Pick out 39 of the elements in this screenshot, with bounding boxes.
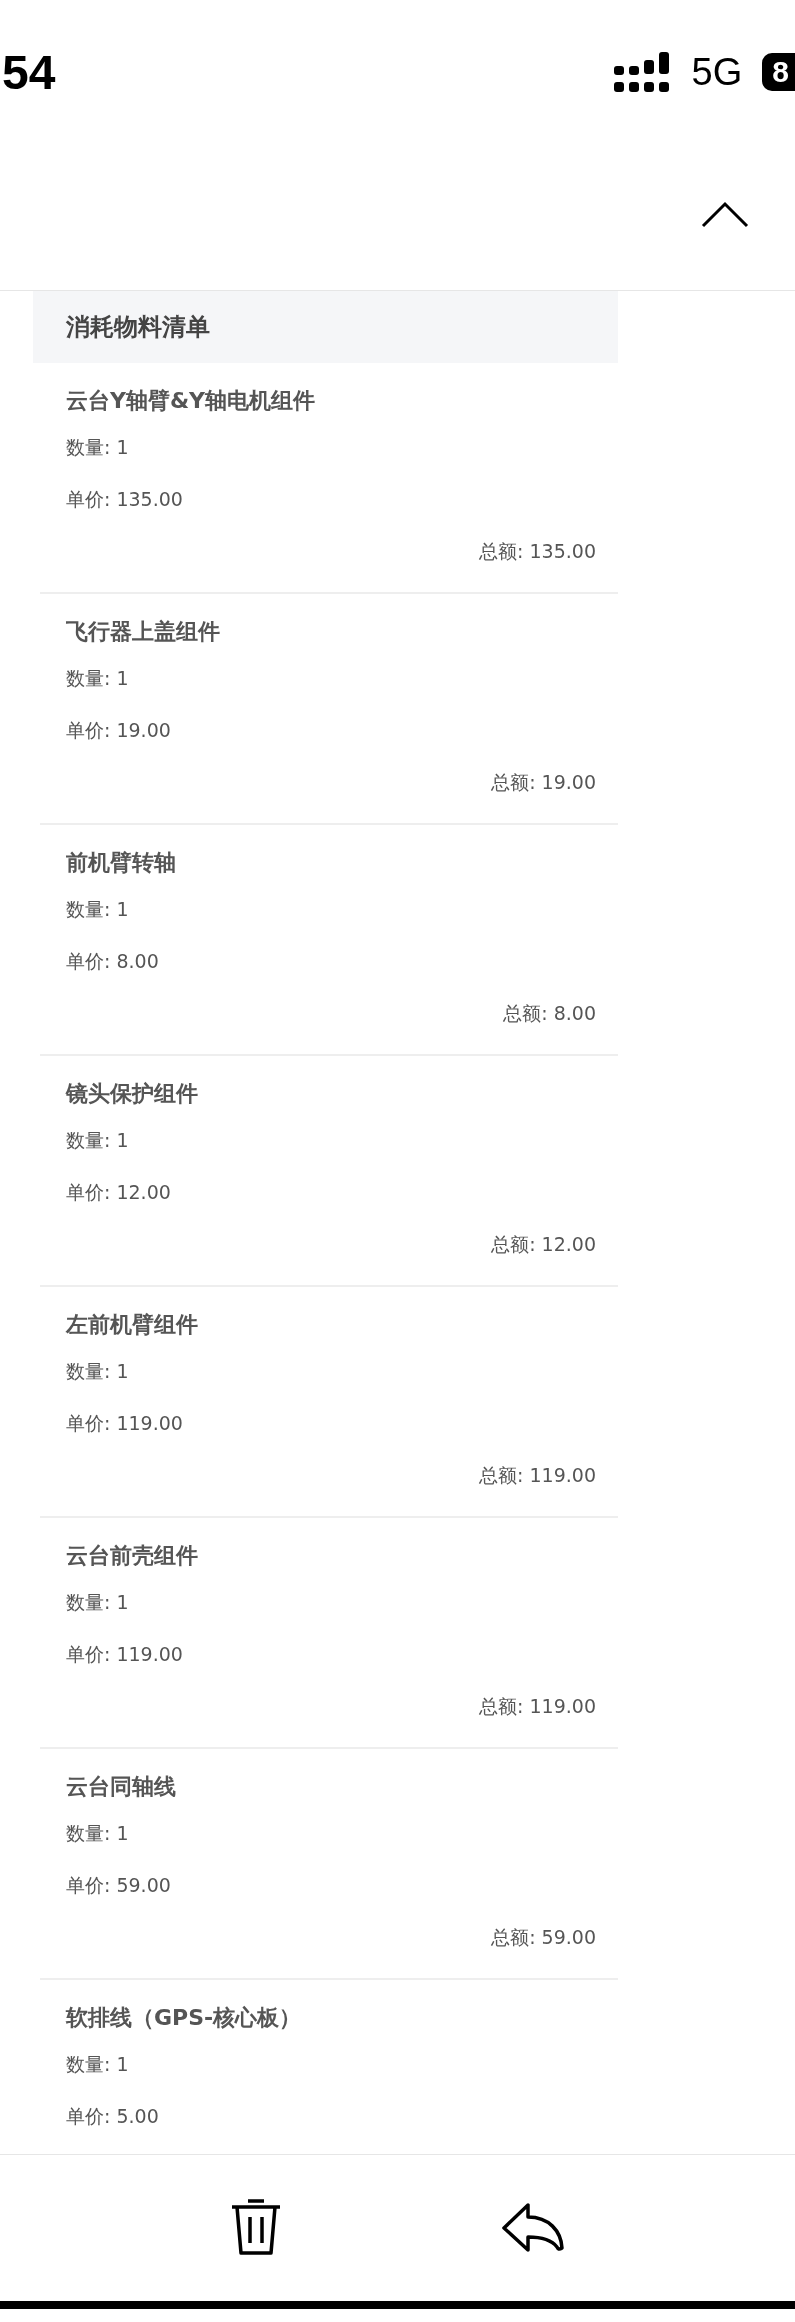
reply-icon[interactable]: [501, 2203, 566, 2253]
item-quantity: 数量: 1: [66, 1821, 129, 1846]
item-total: 总额: 19.00: [491, 770, 596, 795]
item-quantity: 数量: 1: [66, 897, 129, 922]
item-unit-price: 单价: 59.00: [66, 1873, 171, 1898]
item-name: 前机臂转轴: [66, 849, 176, 877]
item-quantity: 数量: 1: [66, 435, 129, 460]
item-total: 总额: 119.00: [479, 1694, 596, 1719]
item-unit-price: 单价: 5.00: [66, 2104, 159, 2129]
item-name: 镜头保护组件: [66, 1080, 198, 1108]
item-quantity: 数量: 1: [66, 1590, 129, 1615]
item-total: 总额: 119.00: [479, 1463, 596, 1488]
item-quantity: 数量: 1: [66, 2052, 129, 2077]
item-total: 总额: 59.00: [491, 1925, 596, 1950]
status-time: 54: [2, 44, 56, 100]
signal-icon: [613, 52, 672, 92]
delete-icon[interactable]: [229, 2199, 282, 2257]
item-name: 云台Y轴臂&Y轴电机组件: [66, 387, 316, 415]
item-quantity: 数量: 1: [66, 1359, 129, 1384]
item-quantity: 数量: 1: [66, 666, 129, 691]
item-total: 总额: 135.00: [479, 539, 596, 564]
item-name: 飞行器上盖组件: [66, 618, 220, 646]
item-name: 左前机臂组件: [66, 1311, 198, 1339]
item-unit-price: 单价: 12.00: [66, 1180, 171, 1205]
item-unit-price: 单价: 8.00: [66, 949, 159, 974]
item-name: 云台前壳组件: [66, 1542, 198, 1570]
item-unit-price: 单价: 119.00: [66, 1642, 183, 1667]
item-unit-price: 单价: 119.00: [66, 1411, 183, 1436]
collapse-button[interactable]: [700, 200, 750, 230]
item-unit-price: 单价: 19.00: [66, 718, 171, 743]
network-label: 5G: [691, 50, 743, 94]
battery-level: 8: [762, 53, 795, 91]
section-title: 消耗物料清单: [66, 312, 210, 343]
item-total: 总额: 8.00: [503, 1001, 596, 1026]
item-name: 软排线（GPS-核心板）: [66, 2004, 302, 2032]
item-total: 总额: 12.00: [491, 1232, 596, 1257]
item-name: 云台同轴线: [66, 1773, 176, 1801]
item-quantity: 数量: 1: [66, 1128, 129, 1153]
item-unit-price: 单价: 135.00: [66, 487, 183, 512]
